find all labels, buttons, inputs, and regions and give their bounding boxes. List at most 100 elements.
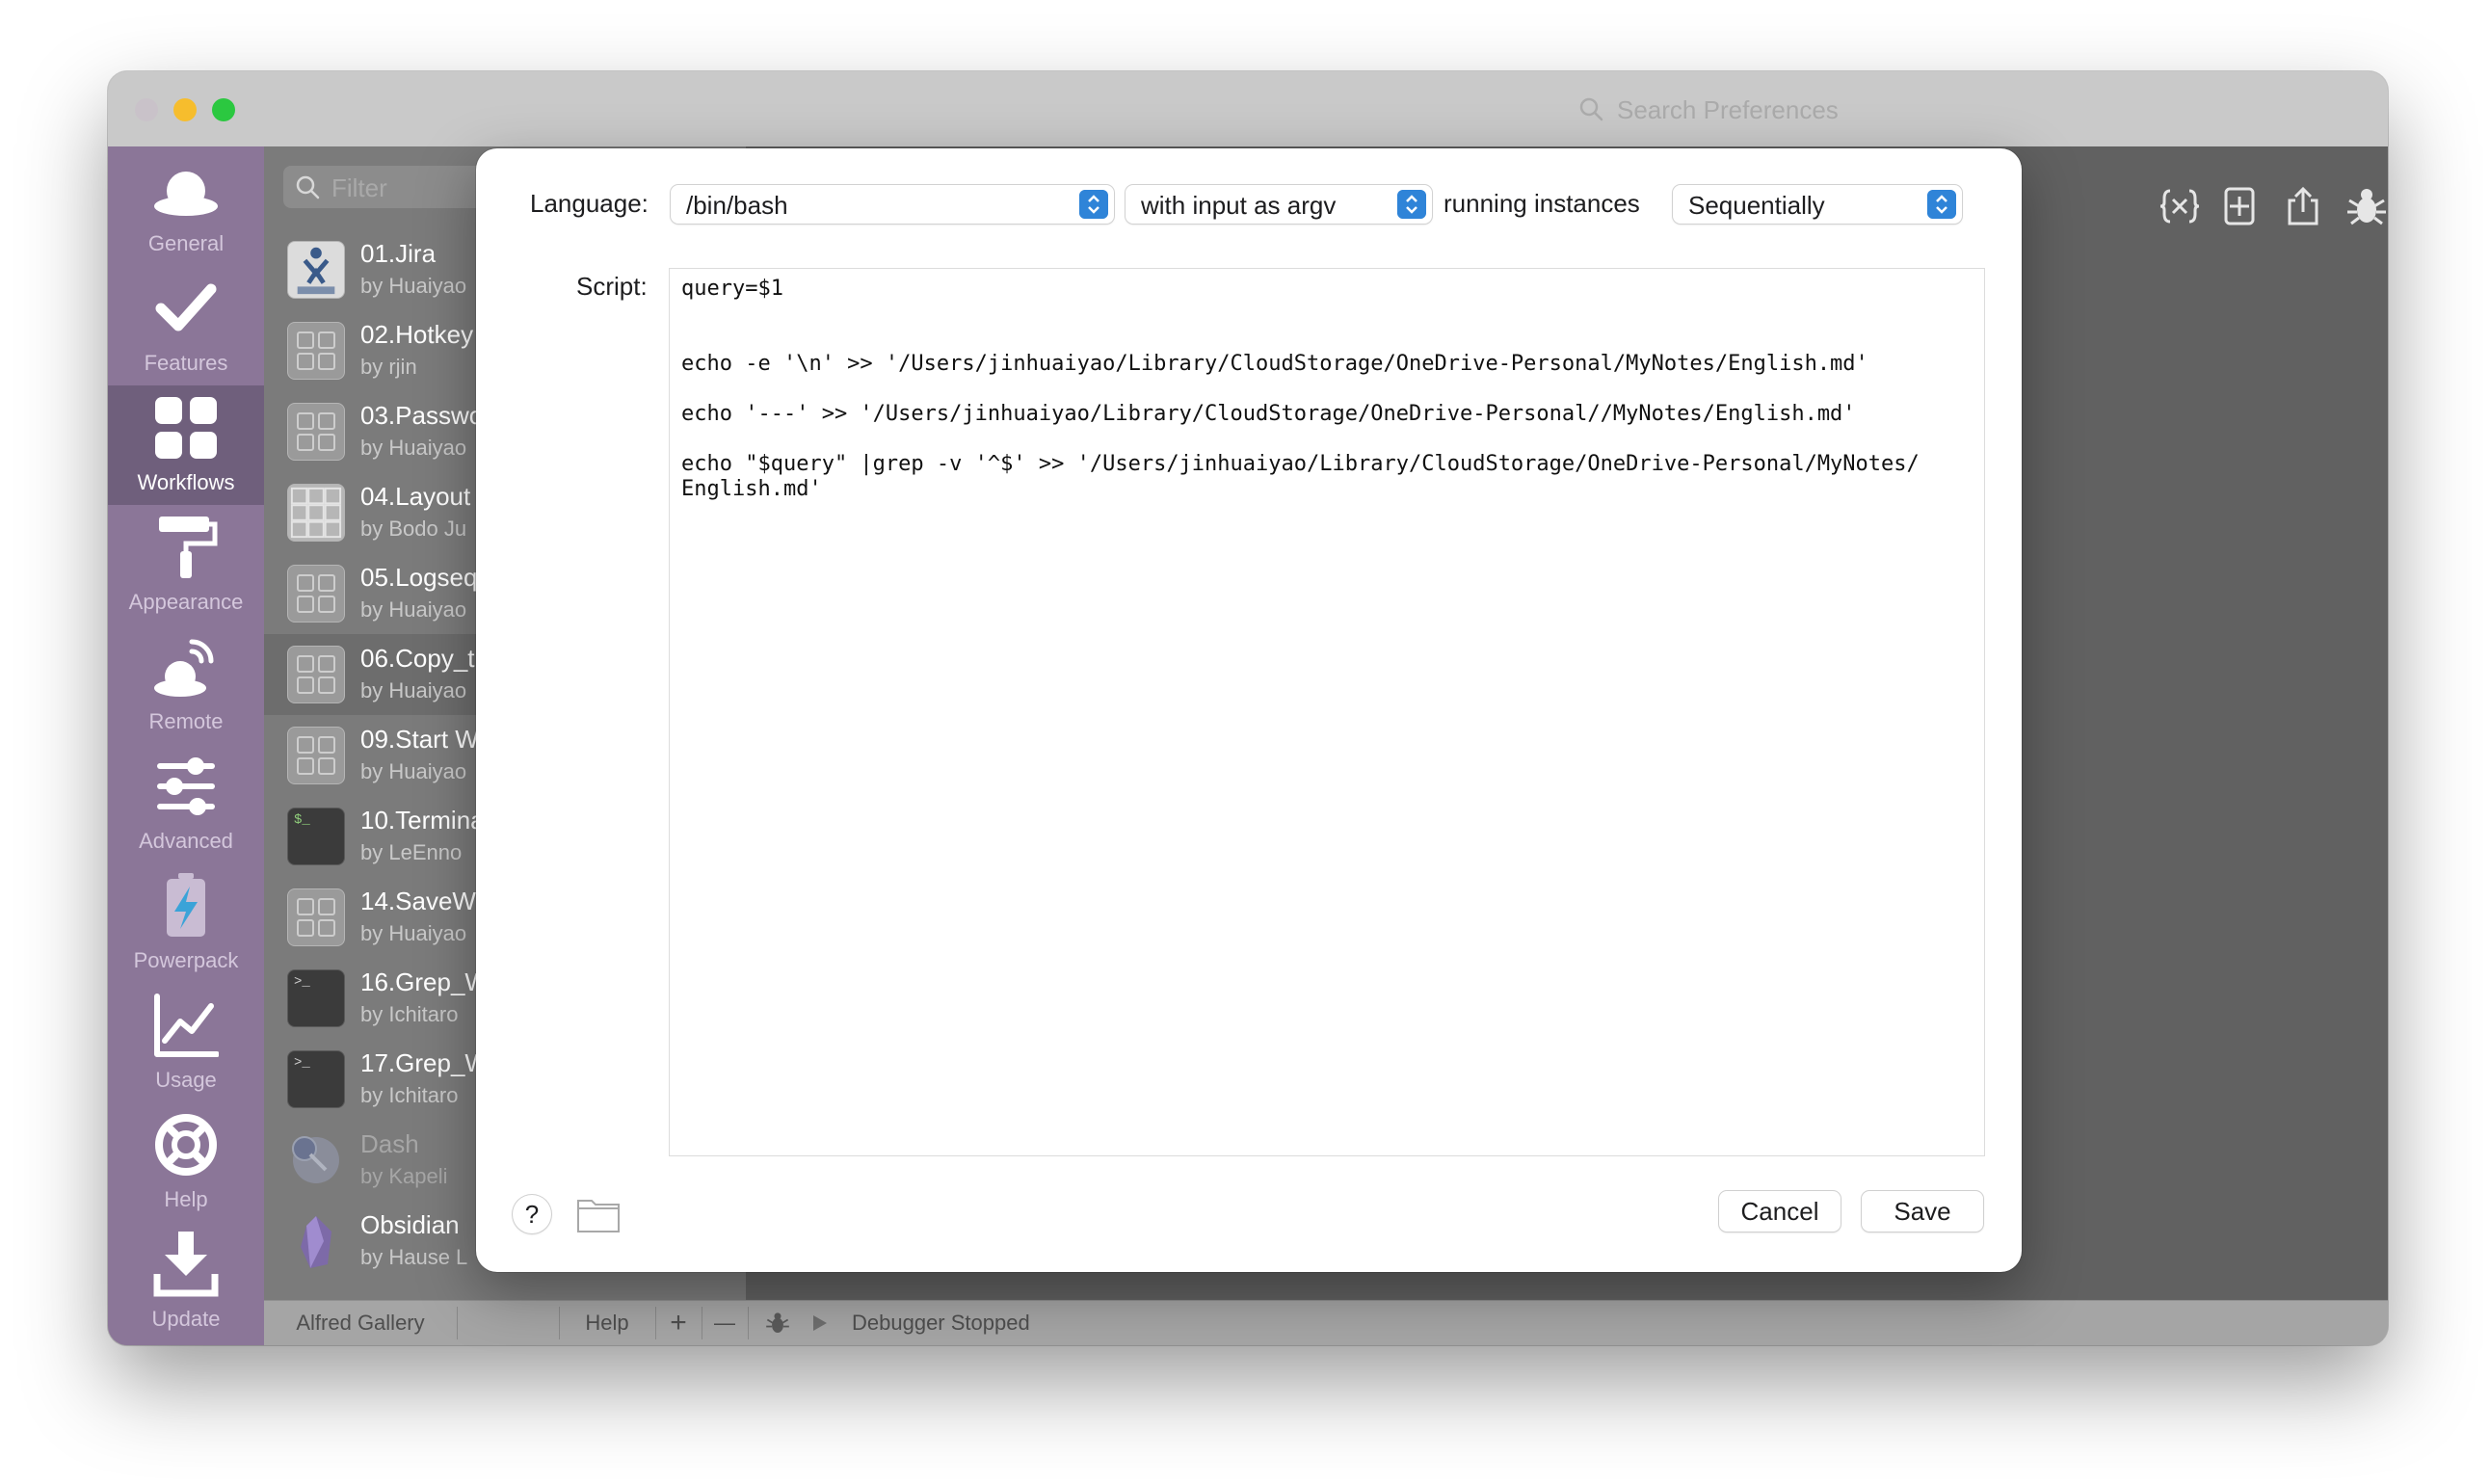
script-editor[interactable]: query=$1 echo -e '\n' >> '/Users/jinhuai… — [669, 268, 1985, 1156]
sidebar-item-general[interactable]: General — [108, 146, 264, 266]
add-workflow-button[interactable]: + — [655, 1301, 702, 1345]
workflow-author: by Ichitaro — [360, 1002, 459, 1026]
sidebar-label: Features — [144, 351, 228, 375]
help-button[interactable]: Help — [559, 1301, 655, 1345]
workflow-author: by Ichitaro — [360, 1083, 459, 1107]
sidebar-item-features[interactable]: Features — [108, 266, 264, 385]
sidebar-item-remote[interactable]: Remote — [108, 624, 264, 744]
workflow-placeholder-icon — [287, 888, 345, 946]
filter-placeholder: Filter — [331, 173, 387, 202]
sidebar-item-help[interactable]: Help — [108, 1102, 264, 1222]
dash-icon — [287, 1131, 345, 1189]
search-preferences-field[interactable]: Search Preferences — [1565, 87, 2374, 131]
line-chart-icon — [154, 994, 219, 1057]
terminal-icon: >_ — [287, 969, 345, 1027]
sliders-icon — [157, 757, 215, 815]
workflow-author: by Huaiyao — [360, 678, 467, 702]
workflow-author: by LeEnno — [360, 840, 463, 864]
running-instances-value: Sequentially — [1688, 191, 1825, 220]
workflow-placeholder-icon — [287, 565, 345, 623]
chevron-up-down-icon — [1079, 190, 1108, 219]
sidebar-label: Help — [164, 1187, 208, 1211]
add-object-icon[interactable] — [2218, 185, 2261, 227]
workflow-title: 04.Layout — [360, 482, 471, 511]
alfred-gallery-button[interactable]: Alfred Gallery — [264, 1301, 457, 1345]
workflow-author: by Huaiyao — [360, 921, 467, 945]
workflow-title: Obsidian — [360, 1210, 460, 1239]
debugger-bug-icon[interactable] — [765, 1311, 790, 1336]
sidebar-label: Usage — [155, 1068, 217, 1092]
sidebar-label: Remote — [148, 709, 224, 733]
script-label: Script: — [576, 272, 648, 301]
share-export-icon[interactable] — [2282, 185, 2324, 227]
close-window-button[interactable] — [135, 98, 158, 121]
script-line: echo '---' >> '/Users/jinhuaiyao/Library… — [681, 402, 1856, 426]
workflow-author: by Bodo Ju — [360, 517, 467, 541]
workflow-author: by Hause L — [360, 1245, 468, 1269]
workflow-title: 14.SaveW — [360, 887, 476, 915]
workflow-author: by Huaiyao — [360, 759, 467, 783]
sidebar-label: Advanced — [139, 829, 233, 853]
help-button[interactable]: ? — [513, 1195, 551, 1233]
language-select[interactable]: /bin/bash — [671, 185, 1114, 224]
workflow-title: 05.Logseq — [360, 563, 478, 592]
sidebar-label: Appearance — [128, 590, 244, 614]
workflow-placeholder-icon — [287, 403, 345, 461]
workflow-title: 02.Hotkey — [360, 320, 474, 349]
workflow-author: by Huaiyao — [360, 436, 467, 460]
debugger-bug-icon[interactable] — [2345, 185, 2388, 227]
sidebar-label: Update — [151, 1307, 221, 1331]
workflow-author: by rjin — [360, 355, 417, 379]
variables-icon[interactable] — [2159, 185, 2201, 227]
workflows-grid-icon — [155, 397, 217, 459]
language-value: /bin/bash — [686, 191, 788, 220]
hat-icon — [154, 172, 218, 216]
preferences-sidebar: General Features Workflows Appearance Re… — [108, 146, 264, 1345]
search-icon — [1579, 97, 1603, 121]
workflow-title: 09.Start W — [360, 725, 479, 754]
workflow-title: 03.Passwo — [360, 401, 484, 430]
checkmark-icon — [155, 283, 217, 331]
running-instances-label: running instances — [1444, 189, 1640, 218]
input-mode-select[interactable]: with input as argv — [1126, 185, 1432, 224]
script-line: echo "$query" |grep -v '^$' >> '/Users/j… — [681, 452, 1920, 476]
paint-roller-icon — [159, 517, 218, 578]
jira-icon — [287, 241, 345, 299]
cancel-button[interactable]: Cancel — [1719, 1191, 1841, 1232]
script-editor-dialog: Language: /bin/bash with input as argv r… — [476, 148, 2022, 1272]
workflow-placeholder-icon — [287, 727, 345, 784]
sidebar-label: Workflows — [137, 470, 235, 494]
chevron-up-down-icon — [1397, 190, 1426, 219]
sidebar-item-workflows[interactable]: Workflows — [108, 385, 264, 505]
remote-hat-icon — [154, 639, 214, 697]
script-line: English.md' — [681, 477, 822, 501]
obsidian-icon — [287, 1212, 345, 1270]
workflow-title: Dash — [360, 1129, 419, 1158]
workflow-author: by Huaiyao — [360, 274, 467, 298]
sidebar-label: General — [147, 231, 225, 255]
play-icon[interactable] — [811, 1314, 829, 1332]
sidebar-item-advanced[interactable]: Advanced — [108, 744, 264, 863]
search-preferences-placeholder: Search Preferences — [1617, 95, 1839, 124]
save-button[interactable]: Save — [1862, 1191, 1983, 1232]
layout-grid-icon — [287, 484, 345, 542]
sidebar-item-update[interactable]: Update — [108, 1222, 264, 1341]
sidebar-item-appearance[interactable]: Appearance — [108, 505, 264, 624]
workflow-title: 16.Grep_W — [360, 967, 489, 996]
sidebar-label: Powerpack — [133, 948, 239, 972]
debugger-status: Debugger Stopped — [852, 1311, 1030, 1335]
workflow-author: by Huaiyao — [360, 597, 467, 622]
running-instances-select[interactable]: Sequentially — [1673, 185, 1962, 224]
terminal-icon: $_ — [287, 808, 345, 865]
workflow-title: 10.Termina — [360, 806, 485, 835]
folder-icon[interactable] — [576, 1195, 621, 1233]
sidebar-item-usage[interactable]: Usage — [108, 983, 264, 1102]
search-icon — [296, 175, 320, 199]
remove-workflow-button[interactable]: — — [702, 1301, 748, 1345]
workflow-title: 01.Jira — [360, 239, 437, 268]
workflow-author: by Kapeli — [360, 1164, 448, 1188]
sidebar-item-powerpack[interactable]: Powerpack — [108, 863, 264, 983]
minimize-window-button[interactable] — [173, 98, 197, 121]
zoom-window-button[interactable] — [212, 98, 235, 121]
language-label: Language: — [530, 189, 649, 218]
